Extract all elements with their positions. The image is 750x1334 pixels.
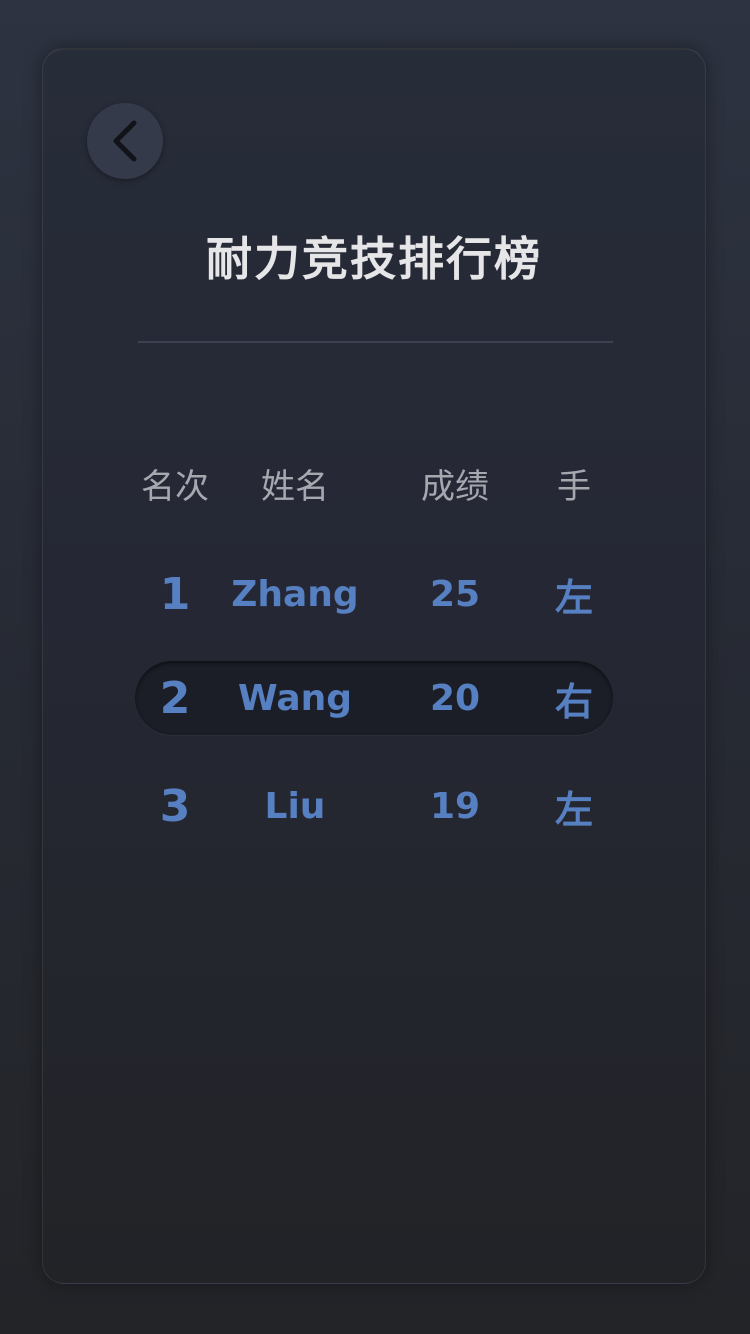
back-button[interactable]: [87, 103, 163, 179]
header-name: 姓名: [261, 466, 329, 507]
header-score: 成绩: [421, 466, 489, 507]
header-rank: 名次: [141, 466, 209, 507]
rank-cell: 3: [159, 780, 191, 832]
title-divider: [138, 341, 613, 343]
score-cell: 25: [429, 573, 481, 615]
header-hand: 手: [557, 466, 591, 507]
chevron-left-icon: [108, 119, 142, 163]
score-cell: 19: [429, 785, 481, 827]
table-header-row: 名次 姓名 成绩 手: [135, 447, 613, 519]
hand-cell: 左: [554, 787, 593, 832]
hand-cell: 左: [554, 575, 593, 620]
rank-cell: 2: [159, 672, 191, 724]
page-title: 耐力竞技排行榜: [206, 232, 542, 286]
score-cell: 20: [429, 677, 481, 719]
rank-cell: 1: [159, 568, 191, 620]
leaderboard-card: 耐力竞技排行榜 名次 姓名 成绩 手 1 Zhang 25 左 2 Wang 2…: [42, 48, 706, 1284]
name-cell: Zhang: [231, 573, 359, 615]
name-cell: Wang: [237, 677, 353, 719]
table-row[interactable]: 3 Liu 19 左: [135, 769, 613, 843]
table-row-highlighted[interactable]: 2 Wang 20 右: [135, 661, 613, 735]
table-row[interactable]: 1 Zhang 25 左: [135, 557, 613, 631]
hand-cell: 右: [554, 679, 593, 724]
name-cell: Liu: [264, 785, 326, 827]
